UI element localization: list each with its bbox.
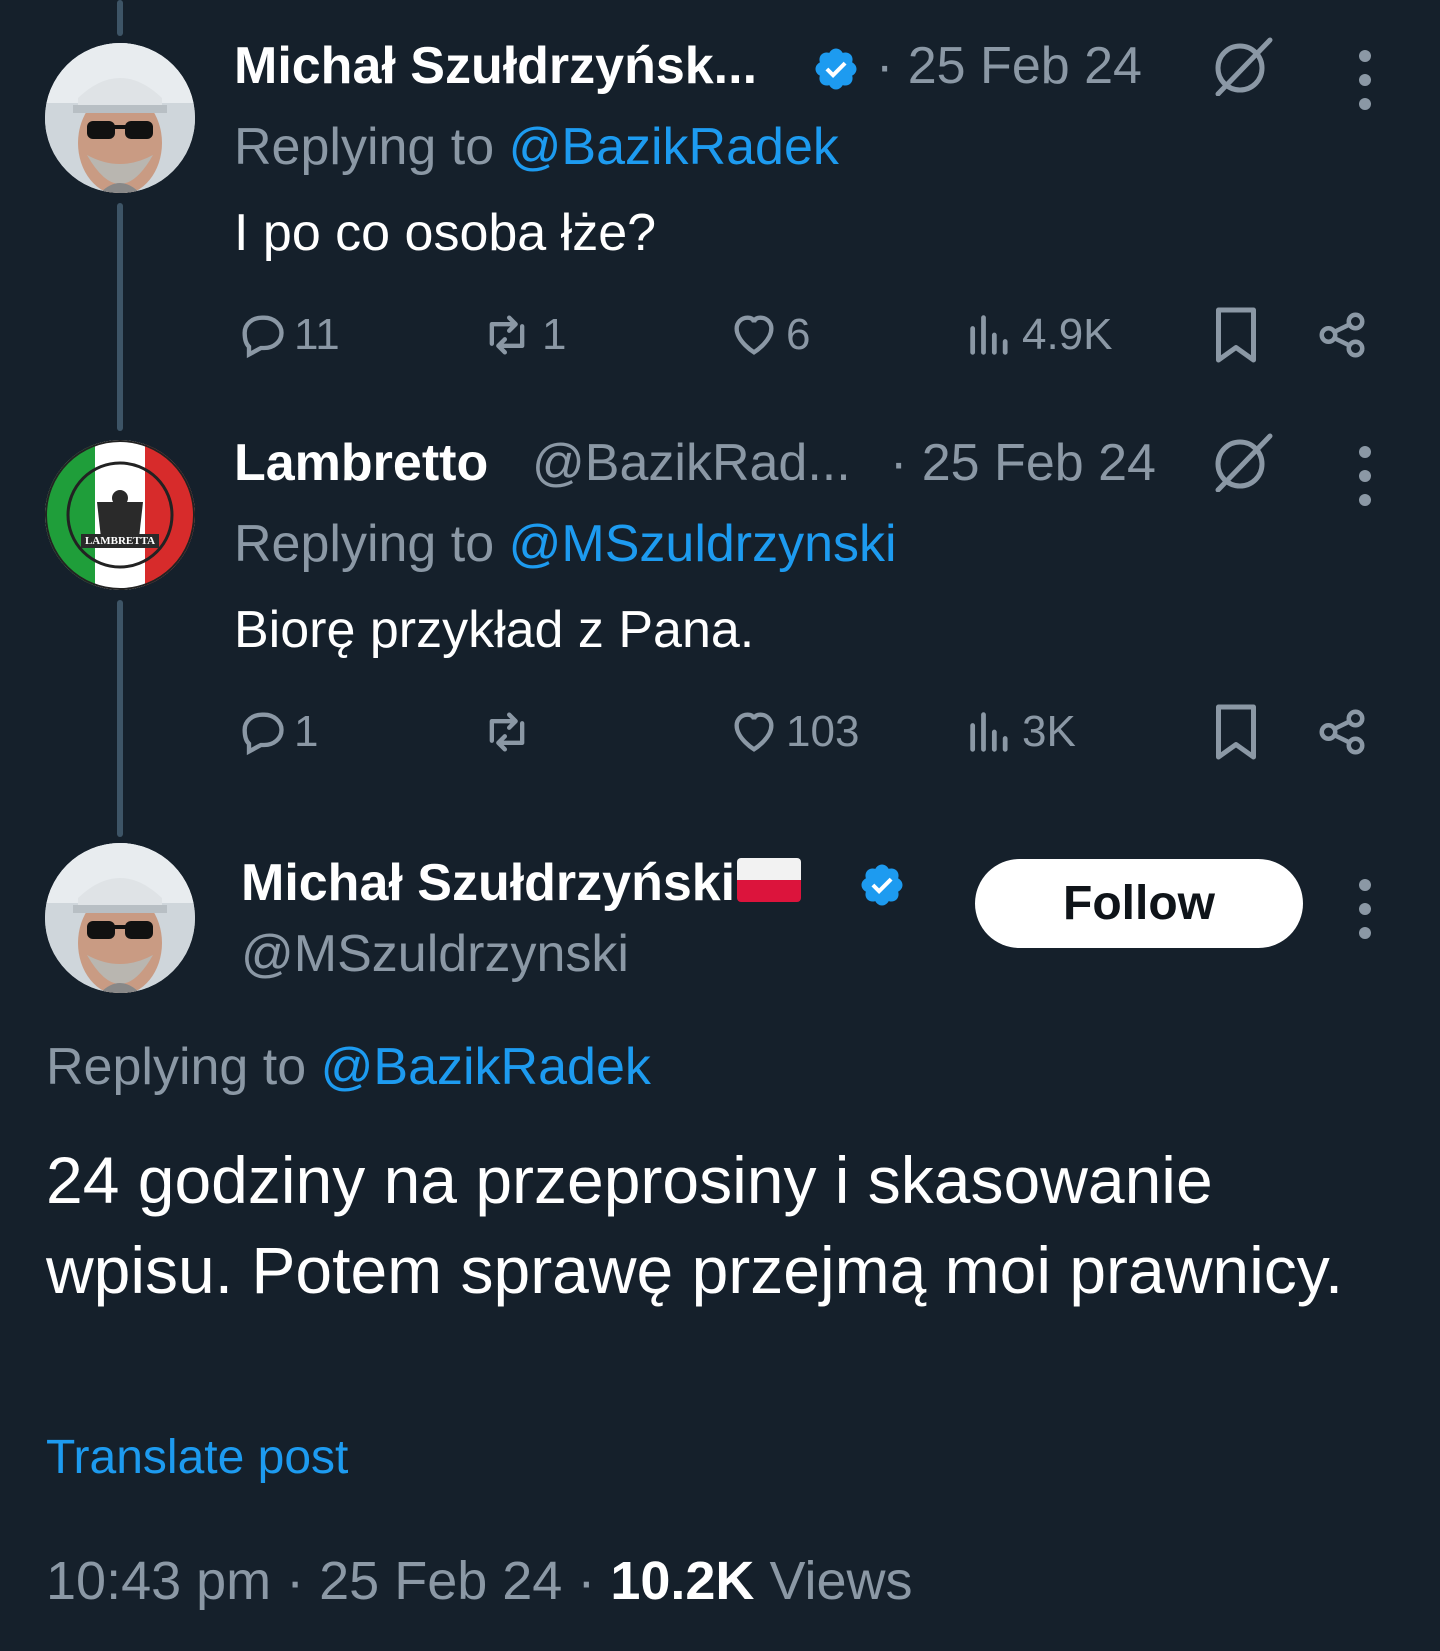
mention-link[interactable]: @BazikRadek	[509, 118, 839, 176]
reply-button[interactable]: 11	[234, 305, 340, 365]
reply-count: 11	[294, 310, 340, 359]
thread-line-2	[117, 600, 123, 837]
reply-icon	[242, 315, 284, 359]
views-count: 4.9K	[1022, 310, 1113, 359]
avatar[interactable]: LAMBRETTA	[45, 440, 195, 590]
replying-to: Replying to @BazikRadek	[234, 117, 839, 177]
repost-count: 1	[542, 310, 567, 359]
views-icon	[970, 315, 1008, 355]
like-count: 103	[786, 707, 860, 756]
thread-line-top	[117, 0, 123, 36]
tweet-timestamp[interactable]: 10:43 pm · 25 Feb 24 ·	[46, 1551, 595, 1611]
tweet-meta: 10:43 pm · 25 Feb 24 · 10.2K Views	[46, 1550, 913, 1612]
tweet-date[interactable]: · 25 Feb 24	[890, 433, 1156, 493]
author-handle[interactable]: @MSzuldrzynski	[241, 924, 629, 984]
tweet-text: I po co osoba łże?	[234, 204, 657, 262]
views-button[interactable]: 3K	[962, 702, 1076, 762]
mention-link[interactable]: @MSzuldrzynski	[509, 515, 897, 573]
bookmark-icon[interactable]	[1211, 305, 1261, 365]
like-icon	[734, 712, 774, 752]
avatar[interactable]	[45, 43, 195, 193]
author-name-text: Michał Szułdrzyński	[241, 854, 736, 912]
more-icon[interactable]	[1359, 50, 1373, 122]
views-icon	[970, 712, 1008, 752]
repost-icon	[489, 315, 525, 355]
like-button[interactable]: 6	[726, 305, 810, 365]
more-icon[interactable]	[1359, 446, 1373, 518]
repost-button[interactable]: 1	[476, 305, 566, 365]
grok-icon[interactable]	[1208, 432, 1276, 492]
views-count: 3K	[1022, 707, 1076, 756]
views-button[interactable]: 4.9K	[962, 305, 1113, 365]
repost-button[interactable]	[476, 702, 542, 762]
poland-flag-icon	[737, 858, 802, 903]
replying-to: Replying to @BazikRadek	[46, 1037, 651, 1097]
replying-to-prefix: Replying to	[46, 1038, 307, 1096]
grok-icon[interactable]	[1208, 36, 1276, 96]
verified-badge-icon	[815, 48, 857, 90]
reply-button[interactable]: 1	[234, 702, 318, 762]
views-count: 10.2K	[610, 1551, 755, 1611]
author-name[interactable]: Michał Szułdrzyński	[241, 853, 802, 913]
author-handle[interactable]: @BazikRad...	[532, 433, 851, 493]
tweet-text: Biorę przykład z Pana.	[234, 601, 755, 659]
reply-count: 1	[294, 707, 319, 756]
like-button[interactable]: 103	[726, 702, 859, 762]
replying-to-prefix: Replying to	[234, 118, 495, 176]
like-icon	[734, 315, 774, 355]
replying-to: Replying to @MSzuldrzynski	[234, 514, 897, 574]
translate-post-link[interactable]: Translate post	[46, 1430, 348, 1485]
repost-icon	[489, 712, 525, 752]
verified-badge-icon	[861, 864, 903, 906]
bookmark-icon[interactable]	[1211, 702, 1261, 762]
reply-icon	[242, 712, 284, 756]
share-icon[interactable]	[1315, 702, 1369, 762]
author-name[interactable]: Michał Szułdrzyńsk...	[234, 36, 757, 96]
more-icon[interactable]	[1359, 879, 1373, 951]
lambretta-logo-text: LAMBRETTA	[84, 535, 156, 547]
views-label: Views	[769, 1551, 913, 1611]
replying-to-prefix: Replying to	[234, 515, 495, 573]
avatar[interactable]	[45, 843, 195, 993]
like-count: 6	[786, 310, 811, 359]
share-icon[interactable]	[1315, 305, 1369, 365]
mention-link[interactable]: @BazikRadek	[321, 1038, 651, 1096]
tweet-text: 24 godziny na przeprosiny i skasowanie w…	[46, 1143, 1344, 1307]
thread-line-1	[117, 203, 123, 431]
tweet-date[interactable]: · 25 Feb 24	[876, 36, 1142, 96]
follow-button[interactable]: Follow	[975, 859, 1303, 948]
author-name[interactable]: Lambretto	[234, 433, 488, 493]
